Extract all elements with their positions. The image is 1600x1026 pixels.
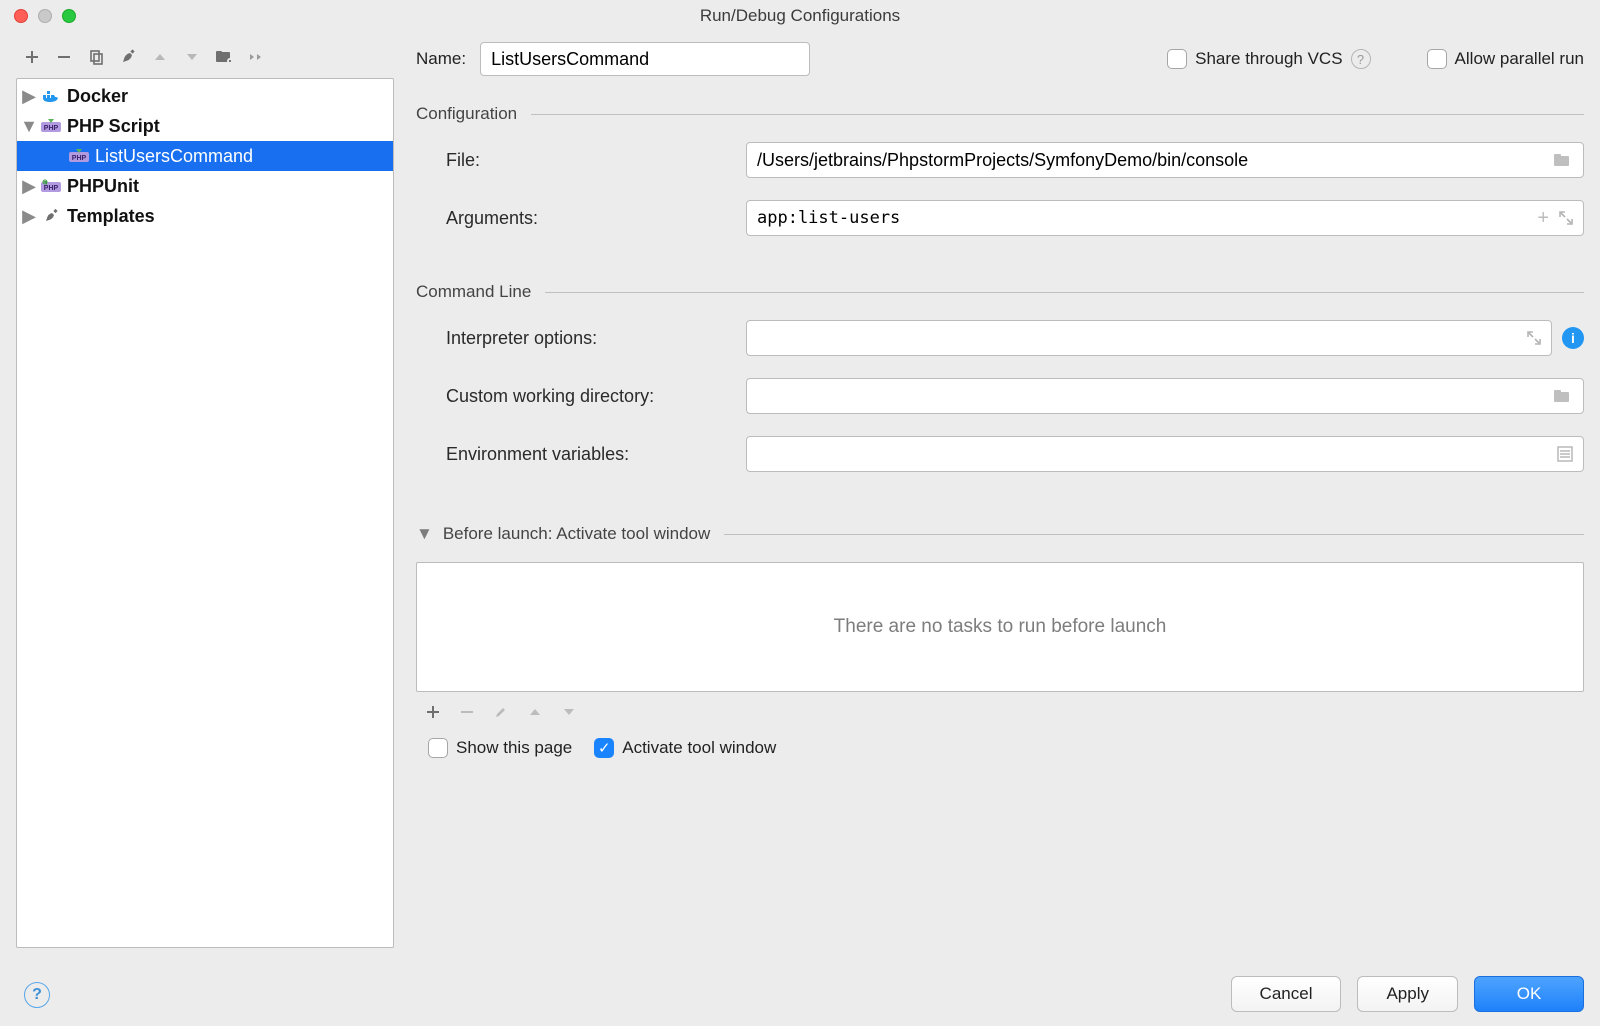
section-before-launch[interactable]: ▼Before launch: Activate tool window xyxy=(416,524,1584,544)
tree-item-php-script[interactable]: ▼ PHP PHP Script xyxy=(17,111,393,141)
help-button[interactable]: ? xyxy=(24,982,50,1008)
php-icon: PHP xyxy=(41,118,61,134)
cwd-label: Custom working directory: xyxy=(416,386,746,407)
section-configuration: Configuration xyxy=(416,104,1584,124)
env-input[interactable] xyxy=(757,444,1557,465)
before-launch-empty: There are no tasks to run before launch xyxy=(834,616,1167,638)
share-vcs-checkbox[interactable]: Share through VCS ? xyxy=(1167,49,1370,69)
browse-folder-icon[interactable] xyxy=(1553,388,1573,404)
file-label: File: xyxy=(416,150,746,171)
expand-icon[interactable] xyxy=(1559,211,1573,225)
edit-defaults-button[interactable] xyxy=(114,43,142,71)
phpunit-icon: PHP xyxy=(41,178,61,194)
docker-icon xyxy=(41,88,61,104)
file-input[interactable] xyxy=(757,150,1553,171)
info-icon[interactable]: i xyxy=(1562,327,1584,349)
svg-text:PHP: PHP xyxy=(44,185,59,192)
php-icon: PHP xyxy=(69,148,89,164)
env-label: Environment variables: xyxy=(416,444,746,465)
tree-item-phpunit[interactable]: ▶ PHP PHPUnit xyxy=(17,171,393,201)
apply-button[interactable]: Apply xyxy=(1357,976,1458,1012)
arguments-label: Arguments: xyxy=(416,208,746,229)
tree-item-templates[interactable]: ▶ Templates xyxy=(17,201,393,231)
list-icon[interactable] xyxy=(1557,446,1573,462)
activate-tool-window-checkbox[interactable]: Activate tool window xyxy=(594,738,776,758)
cwd-input[interactable] xyxy=(757,386,1553,407)
copy-config-button[interactable] xyxy=(82,43,110,71)
wrench-icon xyxy=(41,208,61,224)
folder-button[interactable] xyxy=(210,43,238,71)
remove-config-button[interactable] xyxy=(50,43,78,71)
tree-item-docker[interactable]: ▶ Docker xyxy=(17,81,393,111)
help-icon[interactable]: ? xyxy=(1351,49,1371,69)
edit-task-button[interactable] xyxy=(488,700,514,724)
svg-text:PHP: PHP xyxy=(44,125,59,132)
interpreter-options-input[interactable] xyxy=(757,328,1527,349)
before-launch-tasks[interactable]: There are no tasks to run before launch xyxy=(416,562,1584,692)
ok-button[interactable]: OK xyxy=(1474,976,1584,1012)
move-down-button[interactable] xyxy=(178,43,206,71)
task-down-button[interactable] xyxy=(556,700,582,724)
expand-icon[interactable] xyxy=(1527,331,1541,345)
before-launch-toolbar xyxy=(416,692,1584,732)
window-title: Run/Debug Configurations xyxy=(0,6,1600,26)
svg-text:PHP: PHP xyxy=(72,155,87,162)
config-toolbar xyxy=(16,42,394,78)
add-config-button[interactable] xyxy=(18,43,46,71)
remove-task-button[interactable] xyxy=(454,700,480,724)
more-button[interactable] xyxy=(242,43,270,71)
task-up-button[interactable] xyxy=(522,700,548,724)
arguments-input[interactable] xyxy=(757,208,1537,228)
tree-item-listuserscommand[interactable]: PHP ListUsersCommand xyxy=(17,141,393,171)
titlebar: Run/Debug Configurations xyxy=(0,0,1600,32)
cancel-button[interactable]: Cancel xyxy=(1231,976,1342,1012)
config-tree[interactable]: ▶ Docker ▼ PHP PHP Script PHP xyxy=(16,78,394,948)
show-this-page-checkbox[interactable]: Show this page xyxy=(428,738,572,758)
name-label: Name: xyxy=(416,49,466,69)
parallel-run-checkbox[interactable]: Allow parallel run xyxy=(1427,49,1584,69)
move-up-button[interactable] xyxy=(146,43,174,71)
insert-macro-icon[interactable]: + xyxy=(1537,207,1549,230)
add-task-button[interactable] xyxy=(420,700,446,724)
interpreter-options-label: Interpreter options: xyxy=(416,328,746,349)
browse-folder-icon[interactable] xyxy=(1553,152,1573,168)
name-input[interactable] xyxy=(480,42,810,76)
section-command-line: Command Line xyxy=(416,282,1584,302)
